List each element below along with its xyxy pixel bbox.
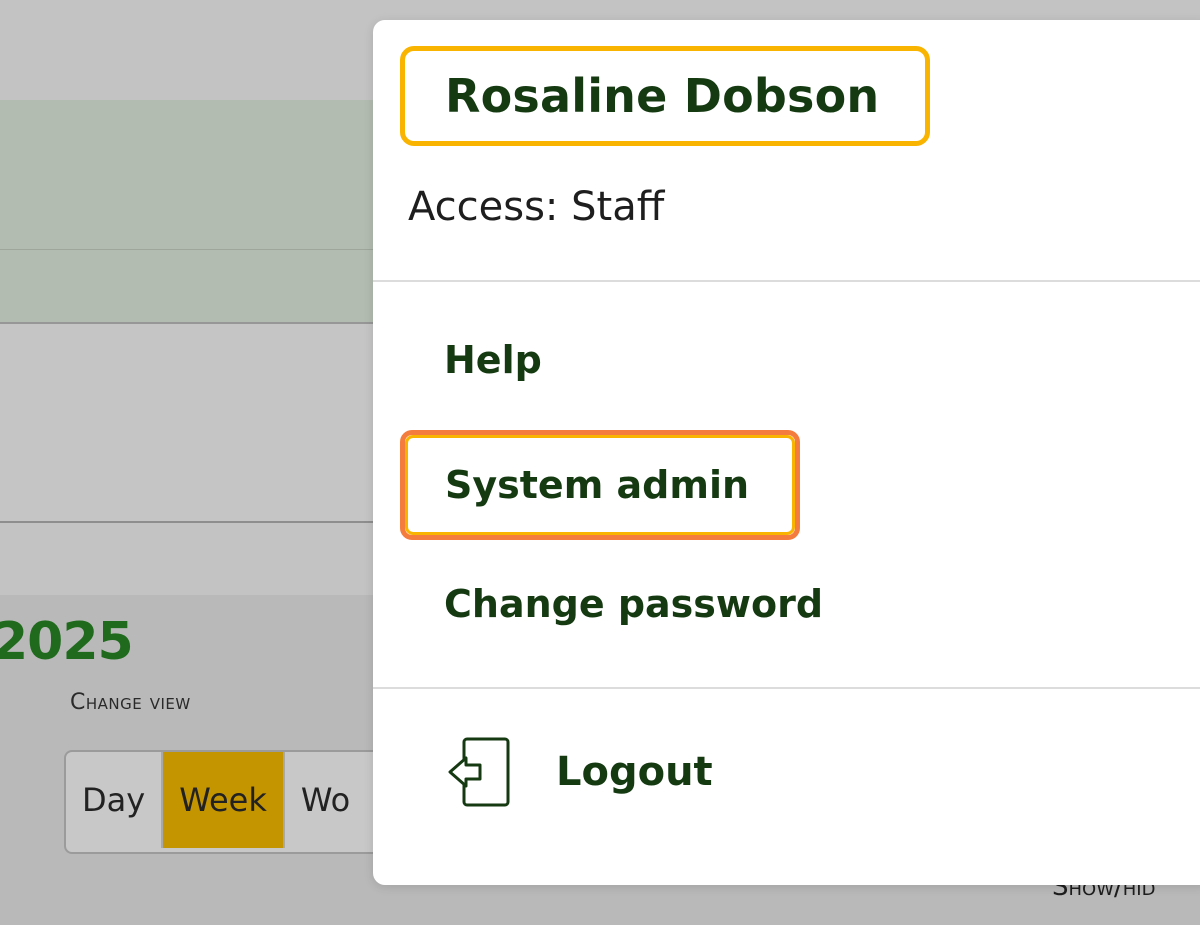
- view-week-button[interactable]: Week: [163, 752, 285, 848]
- user-name-text: Rosaline Dobson: [445, 69, 880, 123]
- view-day-button[interactable]: Day: [66, 752, 164, 848]
- access-level: Access: Staff: [408, 184, 665, 230]
- menu-item-change-password[interactable]: Change password: [444, 582, 823, 626]
- user-name: Rosaline Dobson: [400, 46, 930, 146]
- logout-label: Logout: [556, 749, 713, 795]
- menu-item-help[interactable]: Help: [444, 338, 542, 382]
- menu-divider: [373, 687, 1200, 689]
- change-view-label: Change view: [70, 690, 191, 715]
- logout-icon: [444, 734, 514, 810]
- menu-item-system-admin[interactable]: System admin: [400, 430, 800, 540]
- menu-item-system-admin-label: System admin: [445, 463, 750, 507]
- menu-divider: [373, 280, 1200, 282]
- logout-button[interactable]: Logout: [444, 734, 713, 810]
- app-page: 2025 Change view Day Week Wo Show/hid Ro…: [0, 0, 1200, 925]
- view-switcher: Day Week Wo: [64, 750, 413, 854]
- calendar-year-heading: 2025: [0, 612, 134, 672]
